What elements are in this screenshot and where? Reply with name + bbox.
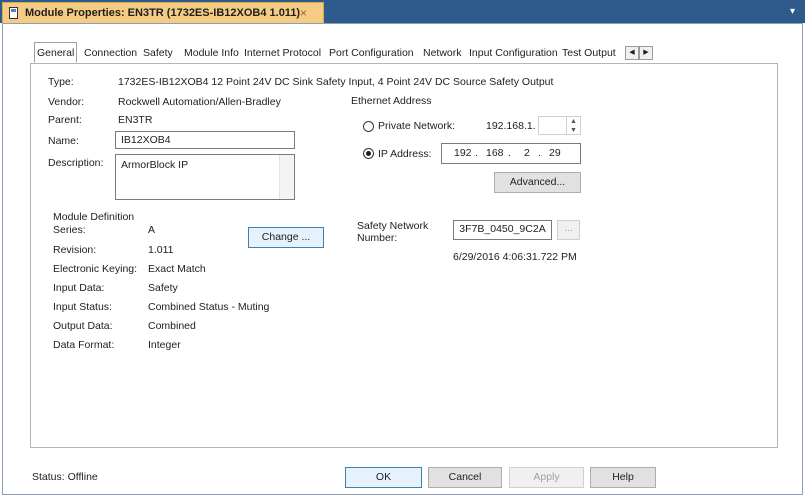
- safety-network-number-field[interactable]: 3F7B_0450_9C2A: [453, 220, 552, 240]
- status-text: Status: Offline: [32, 471, 98, 483]
- ip-octet-2[interactable]: 168: [486, 147, 504, 159]
- description-field-value: ArmorBlock IP: [121, 159, 189, 171]
- ip-address-radio[interactable]: [363, 148, 374, 159]
- module-definition-heading: Module Definition: [53, 211, 135, 223]
- ip-octet-4[interactable]: 29: [549, 147, 561, 159]
- document-title: Module Properties: EN3TR (1732ES-IB12XOB…: [25, 7, 301, 19]
- description-field[interactable]: ArmorBlock IP: [115, 154, 295, 200]
- input-status-value: Combined Status - Muting: [148, 301, 270, 313]
- ok-button[interactable]: OK: [345, 467, 422, 488]
- advanced-button[interactable]: Advanced...: [494, 172, 581, 193]
- module-properties-icon: [9, 7, 18, 19]
- document-tab[interactable]: Module Properties: EN3TR (1732ES-IB12XOB…: [2, 2, 324, 23]
- private-network-radio[interactable]: [363, 121, 374, 132]
- type-label: Type:: [48, 76, 74, 88]
- name-field-value: IB12XOB4: [121, 134, 171, 146]
- revision-value: 1.011: [148, 244, 174, 256]
- close-tab-icon[interactable]: ×: [300, 6, 307, 20]
- series-value: A: [148, 224, 156, 236]
- parent-value: EN3TR: [118, 114, 153, 126]
- input-data-value: Safety: [148, 282, 178, 294]
- tab-general[interactable]: General: [34, 42, 78, 63]
- safety-network-number-value: 3F7B_0450_9C2A: [459, 223, 546, 235]
- octet-spin-icon: ▲ ▼: [566, 117, 580, 134]
- ip-dot-3: .: [538, 147, 541, 159]
- cancel-button[interactable]: Cancel: [428, 467, 502, 488]
- vendor-label: Vendor:: [48, 96, 85, 108]
- tab-scroll-left-icon[interactable]: ◀: [625, 46, 639, 60]
- description-scrollbar[interactable]: [279, 155, 294, 199]
- ip-address-field[interactable]: 192 . 168 . 2 . 29: [441, 143, 581, 164]
- input-status-label: Input Status:: [53, 301, 112, 313]
- ip-address-label: IP Address:: [378, 148, 432, 160]
- tab-internet-protocol[interactable]: Internet Protocol: [242, 43, 323, 63]
- vendor-value: Rockwell Automation/Allen-Bradley: [118, 96, 281, 108]
- electronic-keying-label: Electronic Keying:: [53, 263, 138, 275]
- tab-port-configuration[interactable]: Port Configuration: [327, 43, 416, 63]
- ip-octet-1[interactable]: 192: [454, 147, 472, 159]
- description-label: Description:: [48, 157, 104, 169]
- tab-network[interactable]: Network: [421, 43, 464, 63]
- safety-network-timestamp: 6/29/2016 4:06:31.722 PM: [453, 251, 577, 263]
- tab-scroll-right-icon[interactable]: ▶: [639, 46, 653, 60]
- output-data-label: Output Data:: [53, 320, 113, 332]
- data-format-label: Data Format:: [53, 339, 115, 351]
- safety-network-browse-button[interactable]: ...: [557, 220, 580, 240]
- name-field[interactable]: IB12XOB4: [115, 131, 295, 149]
- help-button[interactable]: Help: [590, 467, 656, 488]
- private-network-label: Private Network:: [378, 120, 456, 132]
- tab-input-configuration[interactable]: Input Configuration: [467, 43, 560, 63]
- revision-label: Revision:: [53, 244, 97, 256]
- data-format-value: Integer: [148, 339, 181, 351]
- ip-dot-1: .: [475, 147, 478, 159]
- electronic-keying-value: Exact Match: [148, 263, 206, 275]
- tab-list-dropdown-icon[interactable]: ▾: [790, 6, 795, 17]
- private-network-octet-field: ▲ ▼: [538, 116, 581, 135]
- series-label: Series:: [53, 224, 86, 236]
- parent-label: Parent:: [48, 114, 82, 126]
- ip-octet-3[interactable]: 2: [524, 147, 530, 159]
- tab-safety[interactable]: Safety: [141, 43, 175, 63]
- apply-button[interactable]: Apply: [509, 467, 584, 488]
- tab-connection[interactable]: Connection: [82, 43, 139, 63]
- safety-network-label-line2: Number:: [357, 232, 398, 244]
- ethernet-address-heading: Ethernet Address: [351, 95, 432, 107]
- safety-network-label-line1: Safety Network: [357, 220, 429, 232]
- tab-module-info[interactable]: Module Info: [182, 43, 241, 63]
- ip-dot-2: .: [508, 147, 511, 159]
- private-network-prefix: 192.168.1.: [486, 120, 536, 132]
- output-data-value: Combined: [148, 320, 196, 332]
- input-data-label: Input Data:: [53, 282, 105, 294]
- type-value: 1732ES-IB12XOB4 12 Point 24V DC Sink Saf…: [118, 76, 554, 88]
- change-button[interactable]: Change ...: [248, 227, 324, 248]
- tab-test-output[interactable]: Test Output: [560, 43, 618, 63]
- name-label: Name:: [48, 135, 79, 147]
